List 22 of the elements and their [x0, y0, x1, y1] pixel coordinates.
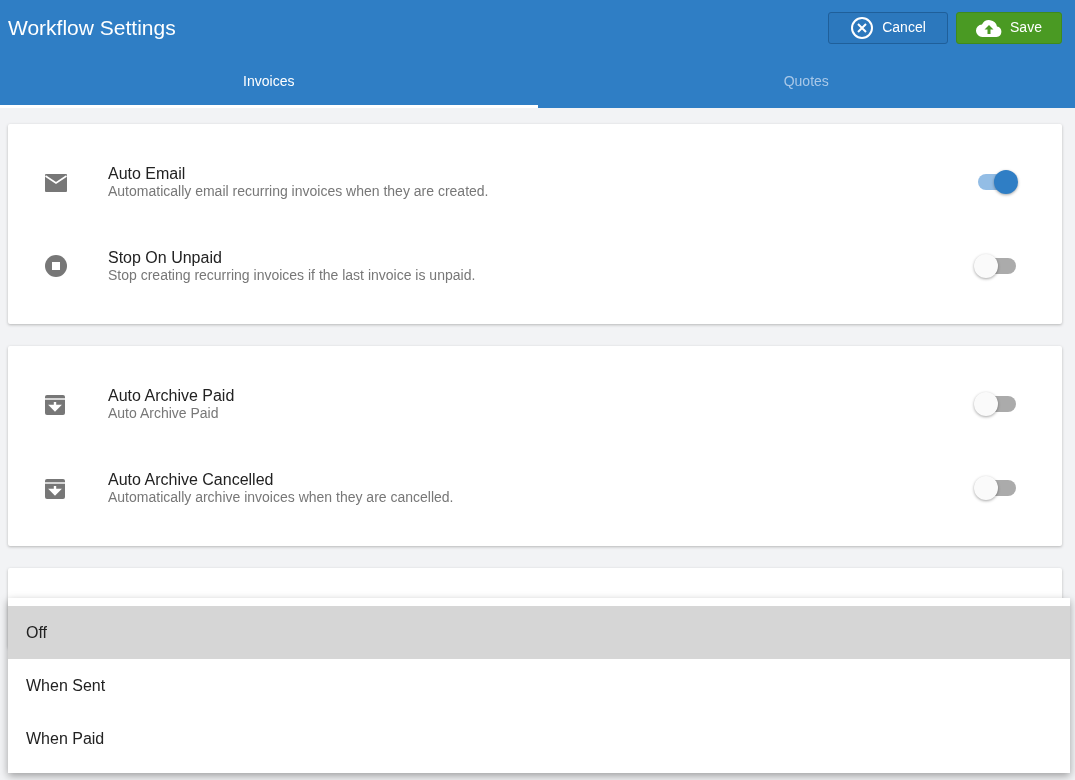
cancel-button[interactable]: Cancel [828, 11, 948, 44]
archive-icon [44, 477, 66, 500]
archive-icon [44, 393, 66, 416]
setting-title: Auto Archive Paid [108, 386, 236, 406]
menu-option[interactable]: When Paid [8, 712, 1070, 765]
envelope-icon [44, 172, 68, 193]
setting-title: Stop On Unpaid [108, 248, 223, 268]
setting-description: Stop creating recurring invoices if the last invoice is unpaid. [108, 267, 477, 284]
cloud-upload-icon [976, 17, 1003, 38]
setting-description: Automatically archive invoices when they are cancelled. [108, 489, 455, 506]
setting-title: Auto Email [108, 164, 187, 184]
close-icon [850, 15, 875, 40]
save-button[interactable]: Save [956, 11, 1062, 44]
setting-title: Auto Archive Cancelled [108, 470, 275, 490]
menu-option[interactable]: Off [8, 606, 1070, 659]
setting-description: Automatically email recurring invoices when they are created. [108, 183, 490, 200]
tab[interactable]: Invoices [0, 55, 538, 108]
stop-icon [44, 254, 68, 279]
setting-description: Auto Archive Paid [108, 405, 220, 422]
tab[interactable]: Quotes [537, 55, 1075, 108]
menu-option[interactable]: When Sent [8, 659, 1070, 712]
page-title: Workflow Settings [8, 14, 176, 41]
